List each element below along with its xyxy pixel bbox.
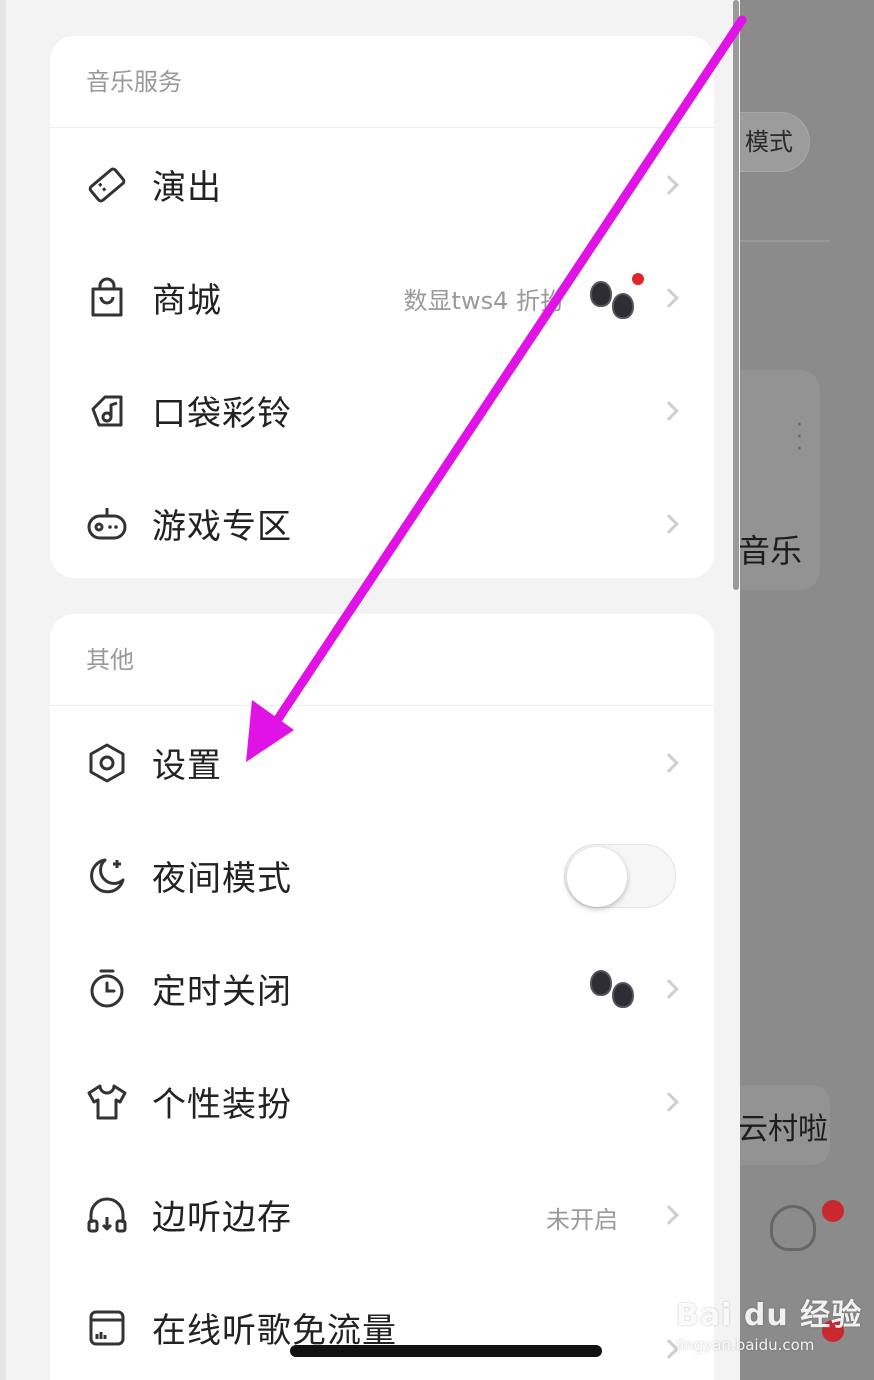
tshirt-icon bbox=[84, 1079, 130, 1125]
music-services-card: 音乐服务 演出 商城 数显tws4 折扮 口袋彩铃 游戏专区 bbox=[50, 36, 714, 578]
menu-item-sleep-timer[interactable]: 定时关闭 bbox=[50, 932, 714, 1045]
menu-item-mall[interactable]: 商城 数显tws4 折扮 bbox=[50, 241, 714, 354]
more-dots-icon: · · · bbox=[796, 413, 803, 462]
settings-hexagon-icon bbox=[84, 740, 130, 786]
side-drawer: 音乐服务 演出 商城 数显tws4 折扮 口袋彩铃 游戏专区 其他 设置 夜间模… bbox=[0, 0, 740, 1380]
menu-item-label: 商城 bbox=[152, 281, 222, 321]
section-title: 其他 bbox=[50, 614, 714, 706]
menu-item-label: 游戏专区 bbox=[152, 507, 292, 547]
other-card: 其他 设置 夜间模式 定时关闭 个性装扮 边听边存 未开启 在线听歌免流量 bbox=[50, 614, 714, 1380]
menu-item-label: 个性装扮 bbox=[152, 1085, 292, 1125]
drawer-scrollbar[interactable] bbox=[733, 0, 739, 590]
user-avatar-icon bbox=[770, 1205, 816, 1251]
baidu-jingyan-watermark: Bai du 经验 jingyan.baidu.com bbox=[676, 1290, 866, 1370]
menu-item-label: 定时关闭 bbox=[152, 972, 292, 1012]
menu-item-label: 边听边存 bbox=[152, 1198, 292, 1238]
background-divider bbox=[740, 240, 830, 242]
watermark-sub: jingyan.baidu.com bbox=[676, 1336, 815, 1354]
menu-item-label: 夜间模式 bbox=[152, 859, 292, 899]
gamepad-icon bbox=[84, 501, 130, 547]
timer-icon bbox=[84, 966, 130, 1012]
notification-dot bbox=[822, 1200, 844, 1222]
menu-item-games[interactable]: 游戏专区 bbox=[50, 467, 714, 580]
mall-promo-text: 数显tws4 折扮 bbox=[403, 287, 564, 315]
headphones-icon bbox=[84, 1192, 130, 1238]
toggle-knob bbox=[567, 846, 627, 907]
section-title: 音乐服务 bbox=[50, 36, 714, 128]
menu-item-free-data[interactable]: 在线听歌免流量 bbox=[50, 1271, 714, 1380]
notification-dot bbox=[632, 273, 644, 285]
chevron-right-icon bbox=[659, 287, 679, 308]
background-mode-chip: 模式 bbox=[740, 112, 810, 172]
menu-item-label: 设置 bbox=[152, 746, 222, 786]
ticket-icon bbox=[84, 162, 130, 208]
menu-item-ringtone[interactable]: 口袋彩铃 bbox=[50, 354, 714, 467]
cache-status-text: 未开启 bbox=[546, 1206, 618, 1234]
chevron-right-icon bbox=[659, 513, 679, 534]
menu-item-cache-while-listening[interactable]: 边听边存 未开启 bbox=[50, 1158, 714, 1271]
background-text: 音乐 bbox=[740, 532, 803, 570]
dimmed-background-page[interactable]: 模式 · · · 音乐 云村啦 bbox=[740, 0, 874, 1380]
night-mode-toggle[interactable] bbox=[564, 843, 676, 908]
chevron-right-icon bbox=[659, 752, 679, 773]
chevron-right-icon bbox=[659, 1204, 679, 1225]
shopping-bag-icon bbox=[84, 275, 130, 321]
chevron-right-icon bbox=[659, 1091, 679, 1112]
chevron-right-icon bbox=[659, 400, 679, 421]
chevron-right-icon bbox=[659, 174, 679, 195]
menu-item-night-mode: 夜间模式 bbox=[50, 819, 714, 932]
menu-item-skin[interactable]: 个性装扮 bbox=[50, 1045, 714, 1158]
menu-item-label: 口袋彩铃 bbox=[152, 394, 292, 434]
menu-item-shows[interactable]: 演出 bbox=[50, 128, 714, 241]
earbuds-thumbnail bbox=[586, 281, 640, 321]
watermark-main: Bai du 经验 bbox=[676, 1298, 863, 1333]
home-indicator[interactable] bbox=[290, 1345, 602, 1357]
earbuds-thumbnail bbox=[586, 970, 640, 1010]
menu-item-settings[interactable]: 设置 bbox=[50, 706, 714, 819]
chevron-right-icon bbox=[659, 978, 679, 999]
music-note-icon bbox=[84, 388, 130, 434]
moon-icon bbox=[84, 853, 130, 899]
sim-card-icon bbox=[84, 1305, 130, 1351]
menu-item-label: 演出 bbox=[152, 168, 222, 208]
background-text: 云村啦 bbox=[740, 1112, 828, 1147]
